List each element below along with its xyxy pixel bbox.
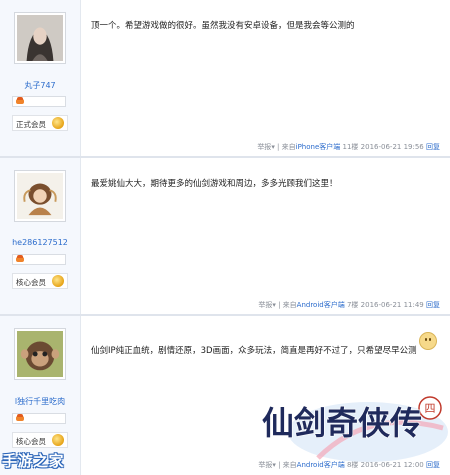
username[interactable]: 丸子747	[0, 80, 80, 91]
avatar[interactable]	[14, 170, 66, 222]
post-time: 2016-06-21 19:56	[360, 143, 424, 151]
member-badge: 正式会员	[12, 115, 68, 131]
source-prefix: 来自	[281, 143, 296, 151]
member-badge: 核心会员	[12, 432, 68, 448]
level-icon	[16, 414, 24, 421]
smiley-icon	[419, 332, 437, 350]
device-link[interactable]: Android客户端	[297, 301, 345, 309]
medal-icon	[52, 117, 64, 129]
level-icon	[16, 255, 24, 262]
reply-link[interactable]: 回复	[426, 143, 440, 151]
logo-badge: 四	[425, 402, 436, 415]
post-content: 最爱姚仙大大，期待更多的仙剑游戏和周边，多多光顾我们这里！	[91, 179, 338, 189]
member-label: 核心会员	[16, 437, 46, 446]
logo-text: 仙剑奇侠传	[262, 404, 422, 442]
game-logo: 四 仙剑奇侠传	[258, 388, 448, 470]
source-prefix: 来自	[282, 301, 297, 309]
report-link[interactable]: 举报	[257, 143, 271, 151]
medal-icon	[52, 434, 64, 446]
chevron-down-icon: ▾	[272, 301, 276, 309]
floor-number: 7楼	[346, 301, 359, 309]
username[interactable]: l独行千里吃肉	[0, 396, 80, 407]
post-content: 顶一个。希望游戏做的很好。虽然我没有安卓设备，但是我会等公测的	[91, 21, 355, 31]
username[interactable]: he286127512	[0, 238, 80, 247]
report-link[interactable]: 举报	[258, 301, 272, 309]
level-icon	[16, 97, 24, 104]
level-bar	[12, 96, 66, 107]
avatar[interactable]	[14, 12, 66, 64]
post-footer: 举报▾ | 来自iPhone客户端 11楼 2016-06-21 19:56 回…	[257, 143, 440, 151]
level-bar	[12, 413, 66, 424]
user-panel: 丸子747 正式会员	[0, 0, 81, 156]
post-1: 丸子747 正式会员 顶一个。希望游戏做的很好。虽然我没有安卓设备，但是我会等公…	[0, 0, 450, 156]
post-footer: 举报▾ | 来自Android客户端 7楼 2016-06-21 11:49 回…	[258, 301, 440, 309]
user-panel: he286127512 核心会员	[0, 158, 81, 314]
level-bar	[12, 254, 66, 265]
reply-link[interactable]: 回复	[426, 301, 440, 309]
member-badge: 核心会员	[12, 273, 68, 289]
post-content: 仙剑IP纯正血统，剧情还原，3D画面，众多玩法，简直是再好不过了，只希望尽早公测	[91, 346, 417, 356]
member-label: 正式会员	[16, 120, 46, 129]
member-label: 核心会员	[16, 278, 46, 287]
device-link[interactable]: iPhone客户端	[296, 143, 341, 151]
medal-icon	[52, 275, 64, 287]
chevron-down-icon: ▾	[271, 143, 275, 151]
avatar[interactable]	[14, 328, 66, 380]
post-time: 2016-06-21 11:49	[360, 301, 424, 309]
post-2: he286127512 核心会员 最爱姚仙大大，期待更多的仙剑游戏和周边，多多光…	[0, 158, 450, 314]
watermark: 手游之家	[2, 452, 65, 470]
logo-art: 四 仙剑奇侠传	[261, 396, 448, 462]
floor-number: 11楼	[342, 143, 359, 151]
